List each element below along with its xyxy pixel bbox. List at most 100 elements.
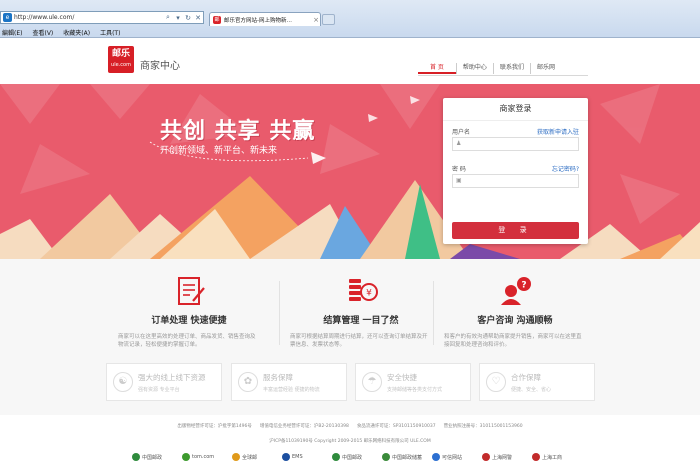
- support-icon: ?: [501, 277, 531, 305]
- order-icon: [178, 277, 205, 305]
- license-item: 营业执照注册号：310115001153960: [443, 424, 523, 429]
- partner-name: 中国邮政储蓄: [392, 454, 423, 461]
- hero-banner: 共创 共享 共赢 开创新领域、新平台、新未来 商家登录 用户名 获取新申请入驻 …: [0, 84, 700, 259]
- partner-name: 全球邮: [242, 454, 258, 461]
- license-item: 食品流通许可证：SP3101150910037: [356, 424, 436, 429]
- search-icon[interactable]: ⌕: [163, 13, 173, 22]
- partner-name: 上海工商: [542, 454, 563, 461]
- site-name: 商家中心: [140, 61, 180, 72]
- lock-icon: ▣: [456, 177, 462, 184]
- partner-logo-icon: [332, 453, 340, 461]
- top-nav: 首 页 帮助中心 联系我们 邮乐网: [418, 63, 561, 74]
- advantage-desc: 支持邮储等各类支付方式: [387, 386, 443, 393]
- advantage-title: 强大的线上线下资源: [138, 372, 206, 382]
- password-input[interactable]: [465, 176, 578, 186]
- browser-tab-active[interactable]: 邮 邮乐官方网站-网上购物新… ×: [209, 12, 321, 26]
- hero-slogan: 共创 共享 共赢: [160, 119, 316, 144]
- browser-chrome: e http://www.ule.com/ ⌕ ▾ ↻ ✕ 邮 邮乐官方网站-网…: [0, 0, 700, 38]
- close-tab-icon[interactable]: ×: [312, 16, 320, 24]
- password-row: 密 码 忘记密码?: [452, 164, 579, 173]
- partner-logo[interactable]: 上海网警: [482, 450, 522, 464]
- partner-logo-icon: [282, 453, 290, 461]
- partner-logo[interactable]: tom.com: [182, 450, 222, 464]
- login-button[interactable]: 登 录: [452, 222, 579, 239]
- partner-logo-icon: [482, 453, 490, 461]
- address-url[interactable]: http://www.ule.com/: [14, 14, 163, 21]
- advantage-title: 服务保障: [263, 372, 293, 382]
- feature-orders-title: 订单处理 快速便捷: [151, 316, 227, 326]
- svg-text:?: ?: [521, 281, 526, 291]
- partner-logo[interactable]: 中国邮政: [332, 450, 372, 464]
- refresh-icon[interactable]: ↻: [183, 14, 193, 22]
- partner-logo[interactable]: EMS: [282, 450, 322, 464]
- partner-logo[interactable]: 全球邮: [232, 450, 272, 464]
- partner-name: 中国邮政: [142, 454, 163, 461]
- menu-bar: 編輯(E) 查看(V) 收藏夹(A) 工具(T): [0, 27, 700, 37]
- partner-name: EMS: [292, 454, 303, 460]
- feature-settlement: ¥ 结算管理 一目了然 商家可根据结算周期进行结算，还可以查询订单结算及开票信息…: [286, 275, 436, 349]
- login-title: 商家登录: [443, 98, 588, 121]
- handshake-icon: ♡: [486, 372, 506, 392]
- partner-logos: 中国邮政 tom.com 全球邮 EMS 中国邮政 中国邮政储蓄 可信网站 上海网警 上海工商: [132, 450, 572, 464]
- advantage-desc: 便捷、安全、省心: [511, 386, 552, 393]
- ule-favicon-icon: 邮: [213, 15, 221, 24]
- service-icon: ✿: [238, 372, 258, 392]
- nav-help[interactable]: 帮助中心: [455, 63, 493, 74]
- username-field[interactable]: ♟: [452, 137, 579, 151]
- partner-name: 可信网站: [442, 454, 463, 461]
- hero-sub-slogan: 开创新领域、新平台、新未来: [160, 146, 278, 156]
- ule-logo[interactable]: 邮乐 ule.com: [108, 46, 134, 73]
- feature-settlement-title: 结算管理 一目了然: [323, 316, 399, 326]
- advantage-box-security: ☂ 安全快捷 支持邮储等各类支付方式: [355, 363, 471, 401]
- feature-orders-desc: 商家可以在这里高效的处理订单、商品发货、销售查询及物流记录，轻松便捷的掌握订单。: [118, 334, 256, 348]
- license-item: 出版物经营许可证：沪批字第1496号: [177, 424, 252, 429]
- tab-title: 邮乐官方网站-网上购物新…: [224, 17, 292, 24]
- dropdown-icon[interactable]: ▾: [173, 14, 183, 22]
- partner-logo-icon: [432, 453, 440, 461]
- partner-logo-icon: [182, 453, 190, 461]
- password-label: 密 码: [452, 166, 466, 173]
- site-header: 邮乐 ule.com 商家中心 首 页 帮助中心 联系我们 邮乐网: [0, 38, 700, 84]
- advantage-title: 合作保障: [511, 372, 541, 382]
- login-panel: 商家登录 用户名 获取新申请入驻 ♟ 密 码 忘记密码? ▣ 登 录: [443, 98, 588, 244]
- nav-contact[interactable]: 联系我们: [492, 63, 530, 74]
- resources-icon: ☯: [113, 372, 133, 392]
- advantage-title: 安全快捷: [387, 372, 417, 382]
- feature-support: ? 客户咨询 沟通顺畅 和客户的有效沟通帮助商家提升销售，商家可以在这里直接回复…: [440, 275, 590, 349]
- license-item: 增值电信业务经营许可证：沪B2-20130398: [259, 424, 349, 429]
- hero-background: [0, 84, 700, 259]
- site-footer: 出版物经营许可证：沪批字第1496号 增值电信业务经营许可证：沪B2-20130…: [0, 415, 700, 470]
- feature-settlement-desc: 商家可根据结算周期进行结算，还可以查询订单结算及开票信息、发票状态等。: [290, 334, 428, 348]
- advantage-desc: 强有资源 专业平台: [138, 386, 180, 393]
- nav-home[interactable]: 首 页: [418, 63, 456, 74]
- menu-view[interactable]: 查看(V): [32, 28, 53, 37]
- partner-logo[interactable]: 中国邮政: [132, 450, 172, 464]
- partner-logo-icon: [232, 453, 240, 461]
- nav-ule[interactable]: 邮乐网: [529, 63, 561, 74]
- apply-link[interactable]: 获取新申请入驻: [537, 127, 579, 136]
- username-input[interactable]: [465, 139, 578, 149]
- menu-edit[interactable]: 編輯(E): [2, 28, 22, 37]
- feature-support-title: 客户咨询 沟通顺畅: [477, 316, 553, 326]
- username-row: 用户名 获取新申请入驻: [452, 127, 579, 136]
- partner-logo[interactable]: 上海工商: [532, 450, 572, 464]
- features-section: 订单处理 快速便捷 商家可以在这里高效的处理订单、商品发货、销售查询及物流记录，…: [0, 259, 700, 415]
- username-label: 用户名: [452, 129, 471, 136]
- stop-icon[interactable]: ✕: [193, 14, 203, 22]
- forgot-password-link[interactable]: 忘记密码?: [552, 164, 579, 173]
- new-tab-button[interactable]: [322, 14, 335, 25]
- menu-favorites[interactable]: 收藏夹(A): [63, 28, 90, 37]
- umbrella-icon: ☂: [362, 372, 382, 392]
- advantage-box-service: ✿ 服务保障 丰富运营经验 便捷的物流: [231, 363, 347, 401]
- partner-logo[interactable]: 可信网站: [432, 450, 472, 464]
- advantage-desc: 丰富运营经验 便捷的物流: [263, 386, 320, 393]
- partner-name: 中国邮政: [342, 454, 363, 461]
- logo-text-bottom: ule.com: [111, 62, 131, 68]
- svg-text:¥: ¥: [366, 289, 372, 299]
- partner-name: 上海网警: [492, 454, 513, 461]
- menu-tools[interactable]: 工具(T): [100, 28, 120, 37]
- logo-text-top: 邮乐: [111, 49, 130, 59]
- password-field[interactable]: ▣: [452, 174, 579, 188]
- address-bar[interactable]: e http://www.ule.com/ ⌕ ▾ ↻ ✕: [0, 11, 204, 24]
- partner-logo[interactable]: 中国邮政储蓄: [382, 450, 422, 464]
